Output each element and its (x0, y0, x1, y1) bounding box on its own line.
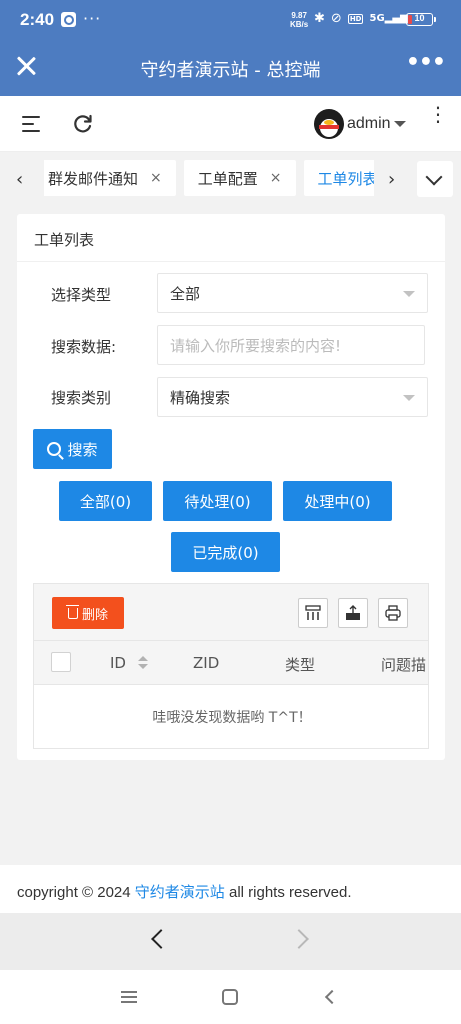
home-icon[interactable] (222, 989, 238, 1005)
admin-header: admin ⋮ (0, 96, 461, 152)
avatar[interactable] (314, 109, 344, 139)
trash-icon (65, 604, 79, 619)
tabs-next-icon[interactable]: › (388, 169, 395, 190)
search-mode-label: 搜索类别 (51, 389, 112, 407)
filter-all-button[interactable]: 全部(0) (59, 481, 152, 521)
menu-toggle-icon[interactable] (22, 116, 40, 132)
ticket-table: 删除 ID ZID 类型 问题描 哇哦没发现数据哟 T^T！ (33, 583, 429, 749)
search-data-label: 搜索数据: (51, 338, 117, 356)
browser-forward-icon[interactable] (289, 929, 309, 949)
col-description: 问题描 (381, 656, 427, 674)
card-title: 工单列表 (34, 231, 95, 249)
tab-ticket-config[interactable]: 工单配置 × (183, 160, 296, 196)
col-type: 类型 (285, 656, 316, 674)
browser-title-bar: 守约者演示站 - 总控端 ••• (0, 40, 461, 96)
more-options-icon[interactable]: ••• (406, 50, 446, 75)
battery-icon: 10 (406, 13, 436, 26)
type-label: 选择类型 (51, 286, 112, 304)
export-icon[interactable] (338, 598, 368, 628)
browser-back-icon[interactable] (151, 929, 171, 949)
sort-icon[interactable] (138, 656, 148, 670)
recent-apps-icon[interactable] (121, 991, 137, 1003)
filter-pending-button[interactable]: 待处理(0) (163, 481, 272, 521)
type-select[interactable]: 全部 (157, 273, 428, 313)
table-header: ID ZID 类型 问题描 (34, 641, 428, 685)
table-toolbar: 删除 (34, 584, 428, 641)
tab-label: 工单配置 (197, 169, 258, 188)
tab-mass-email[interactable]: 群发邮件通知 × (44, 160, 176, 196)
card-divider (17, 261, 445, 262)
tab-close-icon[interactable]: × (150, 170, 162, 186)
mute-icon: ⊘ (330, 11, 342, 26)
search-input[interactable]: 请输入你所要搜索的内容! (157, 325, 425, 365)
system-nav-bar (0, 970, 461, 1024)
type-select-value: 全部 (170, 284, 201, 303)
battery-level: 10 (414, 13, 425, 23)
app-notification-icon (61, 12, 76, 27)
signal-icon: 5G▂▄▆ (369, 13, 408, 24)
user-menu-caret-icon[interactable] (394, 121, 406, 127)
tabs-prev-icon[interactable]: ‹ (16, 169, 23, 190)
ticket-list-card: 工单列表 选择类型 全部 搜索数据: 请输入你所要搜索的内容! 搜索类别 精确搜… (17, 214, 445, 760)
user-name[interactable]: admin (347, 115, 391, 133)
search-input-placeholder: 请输入你所要搜索的内容! (170, 336, 342, 355)
col-id[interactable]: ID (110, 654, 126, 672)
search-button[interactable]: 搜索 (33, 429, 112, 469)
network-speed-value: 9.87 (291, 11, 307, 20)
tabs-track: 群发邮件通知 × 工单配置 × 工单列表 (44, 160, 374, 196)
status-more: ··· (83, 9, 102, 28)
search-button-label: 搜索 (67, 440, 98, 459)
tabs-viewport: 群发邮件通知 × 工单配置 × 工单列表 (44, 160, 374, 196)
page-footer: copyright © 2024 守约者演示站 all rights reser… (0, 865, 461, 913)
columns-icon[interactable] (298, 598, 328, 628)
tabs-dropdown-icon[interactable] (417, 161, 453, 197)
search-mode-select[interactable]: 精确搜索 (157, 377, 428, 417)
select-all-checkbox[interactable] (51, 652, 71, 672)
tab-label: 群发邮件通知 (48, 169, 139, 188)
status-bar: 2:40 ··· 9.87 KB/s ✱ ⊘ HD 5G▂▄▆ 10 (0, 0, 461, 40)
tabs-bar: ‹ 群发邮件通知 × 工单配置 × 工单列表 › (0, 152, 461, 204)
network-speed-unit: KB/s (290, 20, 309, 29)
empty-state: 哇哦没发现数据哟 T^T！ (34, 685, 428, 748)
search-icon (47, 442, 62, 456)
copyright: copyright © 2024 守约者演示站 all rights reser… (17, 883, 352, 901)
filter-completed-button[interactable]: 已完成(0) (171, 532, 280, 572)
browser-nav-bar (0, 913, 461, 970)
empty-state-text: 哇哦没发现数据哟 T^T！ (152, 710, 312, 726)
app-top-bar: 2:40 ··· 9.87 KB/s ✱ ⊘ HD 5G▂▄▆ 10 守约者演示… (0, 0, 461, 96)
status-time: 2:40 (20, 10, 55, 29)
network-speed: 9.87 KB/s (290, 11, 308, 29)
hd-badge: HD (347, 13, 364, 24)
tab-ticket-list[interactable]: 工单列表 (303, 160, 375, 196)
search-mode-value: 精确搜索 (170, 388, 231, 407)
system-back-icon[interactable] (324, 989, 340, 1005)
tab-close-icon[interactable]: × (270, 170, 282, 186)
tab-label: 工单列表 (317, 169, 375, 188)
filter-processing-button[interactable]: 处理中(0) (283, 481, 392, 521)
bluetooth-icon: ✱ (314, 11, 325, 26)
delete-button-label: 删除 (81, 607, 108, 623)
print-icon[interactable] (378, 598, 408, 628)
page-title: 守约者演示站 - 总控端 (140, 60, 321, 81)
col-zid: ZID (193, 654, 220, 672)
refresh-icon[interactable] (72, 113, 94, 135)
status-icons: ✱ ⊘ HD 5G▂▄▆ (314, 11, 408, 26)
delete-button[interactable]: 删除 (52, 597, 124, 629)
site-link[interactable]: 守约者演示站 (135, 883, 225, 901)
kebab-menu-icon[interactable]: ⋮ (428, 104, 448, 124)
